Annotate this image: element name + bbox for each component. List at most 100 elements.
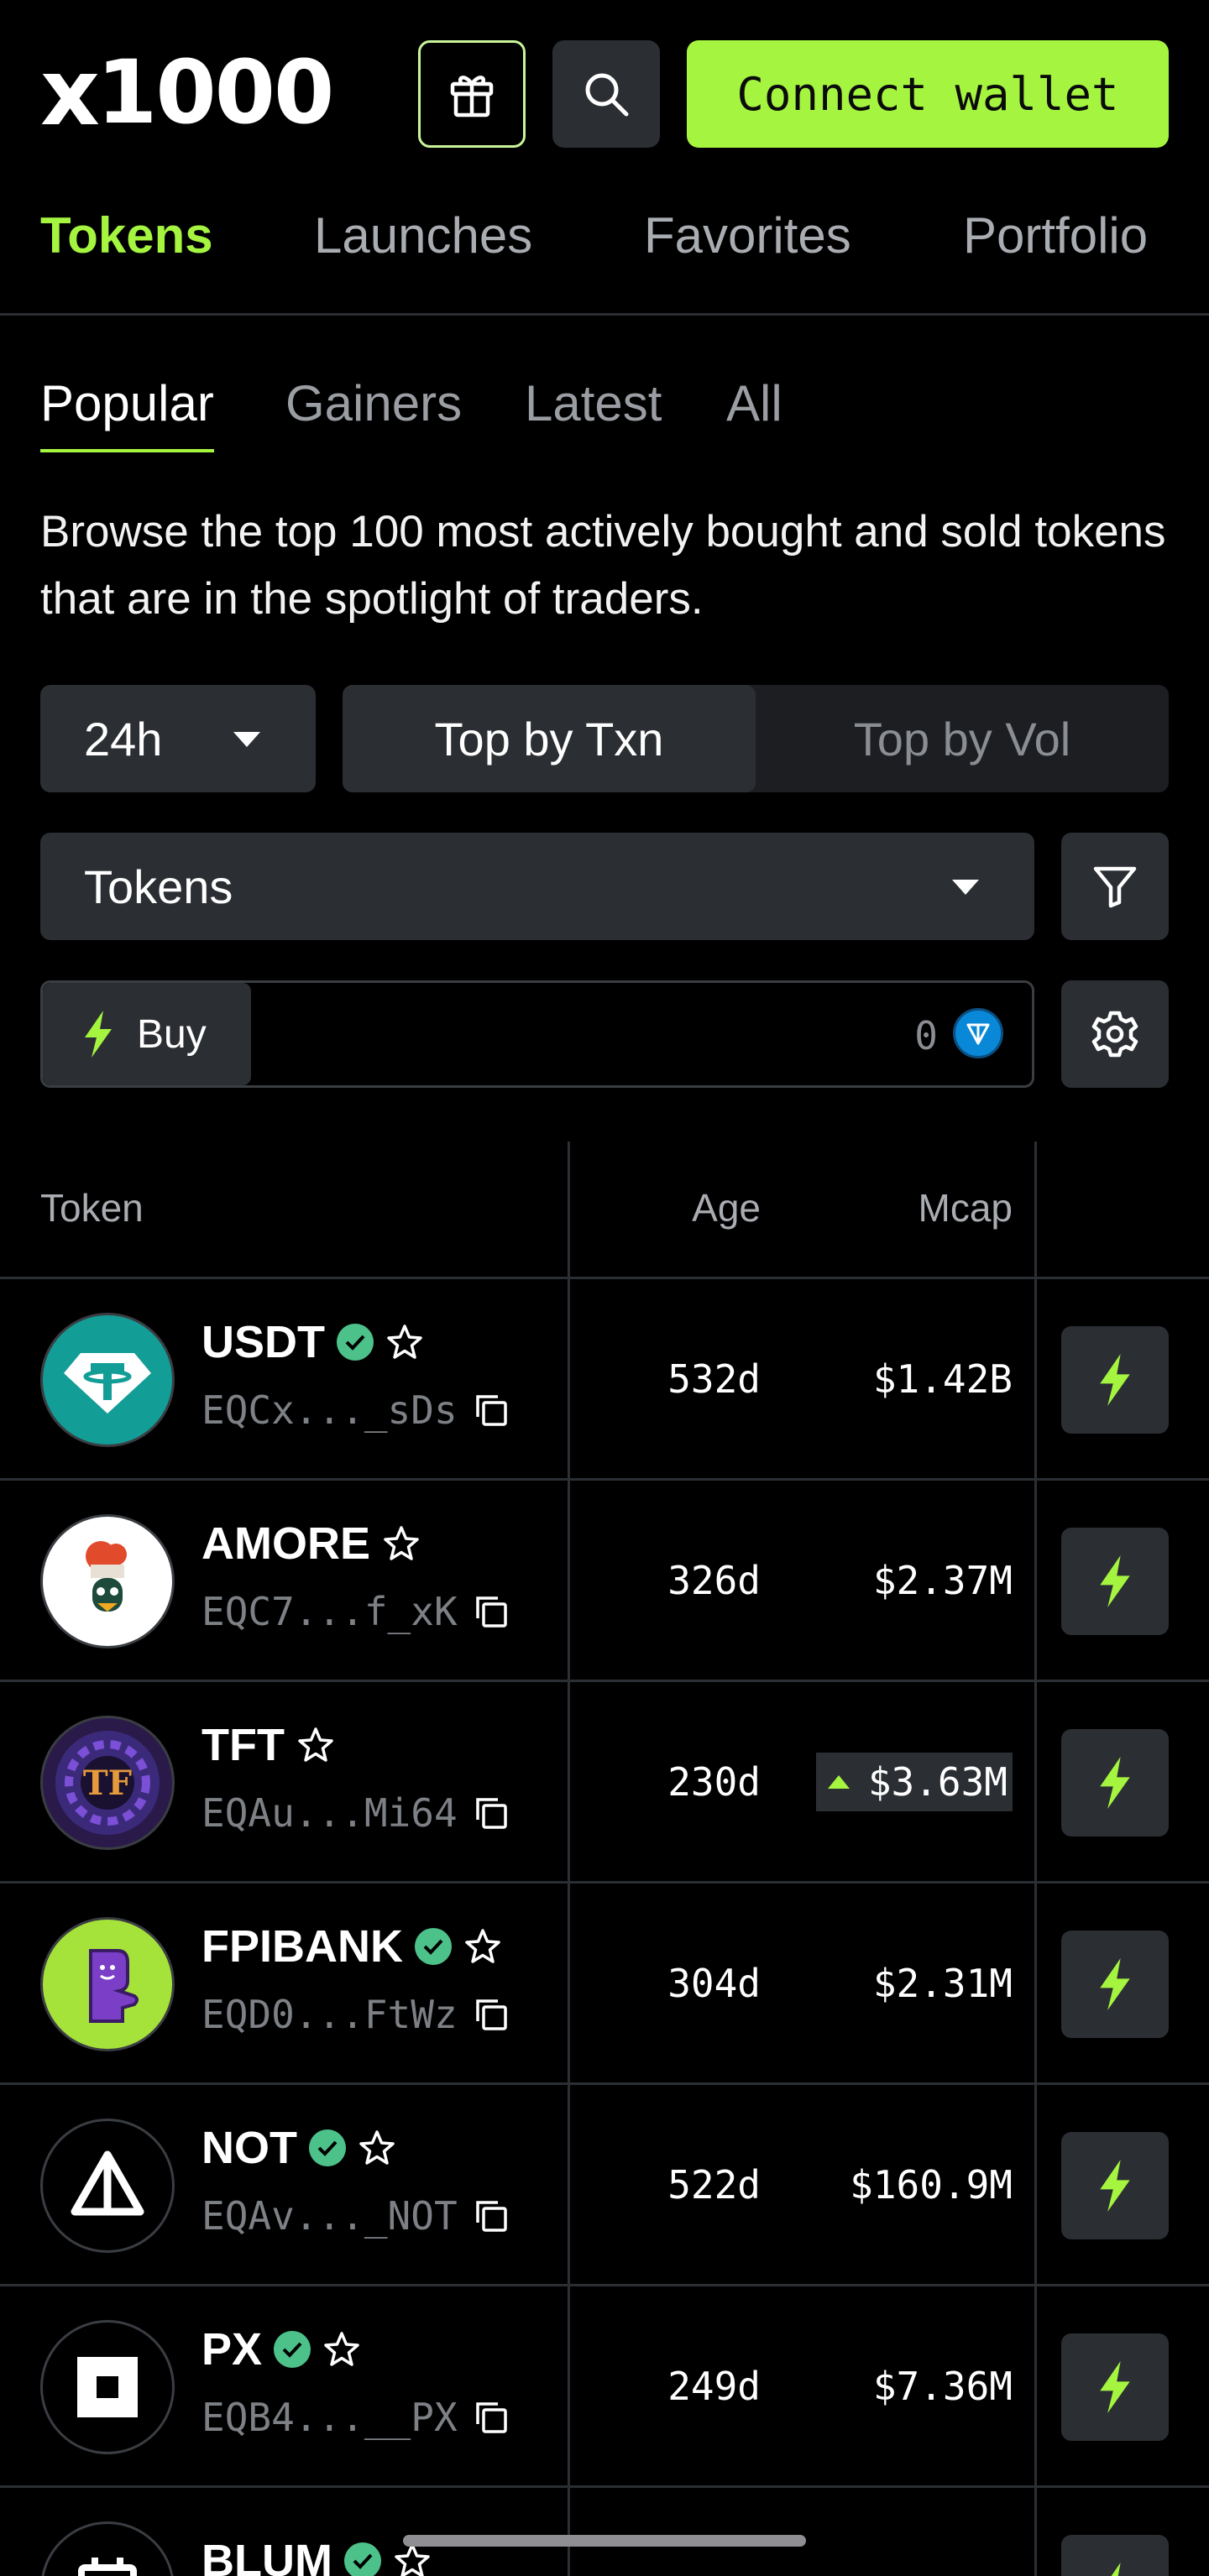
lightning-icon [1100, 2160, 1130, 2212]
quick-buy-row-button[interactable] [1061, 2333, 1169, 2441]
gift-button[interactable] [418, 40, 526, 148]
gear-icon [1091, 1011, 1138, 1058]
table-row[interactable]: NOT EQAv..._NOT 522d $160.9M [0, 2082, 1209, 2284]
token-name: NOT [202, 2123, 297, 2173]
star-icon[interactable] [322, 2330, 361, 2369]
search-button[interactable] [552, 40, 660, 148]
star-icon[interactable] [382, 1524, 421, 1563]
token-name: TFT [202, 1720, 285, 1770]
timeframe-value: 24h [84, 712, 163, 765]
header-token: Token [40, 1186, 144, 1230]
settings-button[interactable] [1061, 980, 1169, 1088]
tab-launches[interactable]: Launches [314, 206, 532, 264]
quick-buy-row-button[interactable] [1061, 2535, 1169, 2576]
mcap-value: $7.36M [872, 2364, 1013, 2409]
table-row[interactable]: FPIBANK EQD0...FtWz 304d $2.31M [0, 1881, 1209, 2082]
token-mcap: $7.36M [868, 2357, 1013, 2416]
subtab-popular[interactable]: Popular [40, 374, 214, 452]
chevron-down-icon [952, 880, 979, 895]
main-tabs: Tokens Launches Favorites Portfolio [0, 190, 1209, 316]
lightning-icon [1100, 1958, 1130, 2010]
star-icon[interactable] [296, 1726, 335, 1764]
token-address: EQB4...__PX [202, 2395, 458, 2440]
x1000-logo[interactable]: x 1000 [40, 44, 334, 141]
verified-icon [415, 1928, 452, 1965]
subtab-gainers[interactable]: Gainers [285, 374, 462, 449]
lightning-icon [1100, 1757, 1130, 1809]
filter-button[interactable] [1061, 833, 1169, 940]
amore-token-icon [40, 1514, 175, 1649]
token-address: EQC7...f_xK [202, 1589, 458, 1634]
table-row[interactable]: BLUM [0, 2485, 1209, 2576]
subtab-all[interactable]: All [726, 374, 782, 449]
tab-tokens[interactable]: Tokens [40, 206, 213, 264]
table-row[interactable]: TF TFT EQAu...Mi64 230d $3.63M [0, 1680, 1209, 1881]
px-token-icon [40, 2320, 175, 2454]
buy-amount-input[interactable]: 0 [914, 1013, 938, 1058]
lightning-icon [1100, 2361, 1130, 2413]
token-name: BLUM [202, 2536, 332, 2576]
token-mcap: $2.31M [868, 1954, 1013, 2013]
token-age: 249d [667, 2364, 761, 2409]
usdt-token-icon [40, 1313, 175, 1447]
top-by-vol-button[interactable]: Top by Vol [756, 685, 1169, 792]
mcap-value: $160.9M [850, 2162, 1013, 2208]
connect-wallet-button[interactable]: Connect wallet [687, 40, 1169, 148]
star-icon[interactable] [385, 1323, 424, 1361]
chevron-down-icon [233, 732, 260, 747]
token-mcap: $1.42B [868, 1350, 1013, 1408]
copy-icon[interactable] [473, 1795, 510, 1831]
token-name: USDT [202, 1317, 325, 1367]
mcap-value: $1.42B [872, 1356, 1013, 1402]
copy-icon[interactable] [473, 1996, 510, 2033]
quick-buy-row-button[interactable] [1061, 1931, 1169, 2038]
header-age: Age [692, 1186, 761, 1230]
token-mcap: $2.37M [868, 1551, 1013, 1610]
top-by-txn-button[interactable]: Top by Txn [343, 685, 756, 792]
quick-buy-box: Buy 0 [40, 980, 1034, 1088]
token-address: EQCx..._sDs [202, 1387, 458, 1433]
quick-buy-row-button[interactable] [1061, 1326, 1169, 1434]
buy-label: Buy [137, 1011, 207, 1057]
tokens-table: Token Age Mcap USDT EQCx..._sDs 532d $1.… [0, 1142, 1209, 2576]
gift-icon [450, 76, 494, 118]
quick-buy-row-button[interactable] [1061, 1729, 1169, 1837]
header-mcap: Mcap [918, 1186, 1013, 1230]
quick-buy-row-button[interactable] [1061, 1528, 1169, 1635]
token-name: AMORE [202, 1518, 370, 1569]
verified-icon [274, 2331, 311, 2368]
home-indicator[interactable] [403, 2535, 806, 2547]
copy-icon[interactable] [473, 2197, 510, 2234]
tft-token-icon: TF [40, 1716, 175, 1850]
timeframe-select[interactable]: 24h [40, 685, 316, 792]
quick-buy-row-button[interactable] [1061, 2132, 1169, 2239]
app-header: x 1000 Connect wallet [0, 0, 1209, 190]
table-row[interactable]: AMORE EQC7...f_xK 326d $2.37M [0, 1478, 1209, 1680]
section-description: Browse the top 100 most actively bought … [40, 507, 1166, 624]
verified-icon [343, 2542, 381, 2576]
ton-coin-icon [953, 1008, 1003, 1058]
copy-icon[interactable] [473, 1593, 510, 1630]
token-type-select[interactable]: Tokens [40, 833, 1034, 940]
mcap-value: $3.63M [867, 1759, 1008, 1805]
price-up-icon [827, 1775, 850, 1789]
copy-icon[interactable] [473, 2399, 510, 2436]
token-name: FPIBANK [202, 1921, 403, 1972]
star-icon[interactable] [393, 2542, 432, 2576]
blum-token-icon [40, 2521, 175, 2576]
star-icon[interactable] [463, 1927, 502, 1966]
subtab-latest[interactable]: Latest [525, 374, 662, 449]
token-type-value: Tokens [84, 860, 233, 913]
lightning-icon [1111, 2563, 1121, 2576]
tab-favorites[interactable]: Favorites [644, 206, 851, 264]
verified-icon [337, 1324, 374, 1361]
quick-buy-button[interactable]: Buy [43, 983, 251, 1085]
svg-text:TF: TF [83, 1763, 132, 1803]
table-row[interactable]: USDT EQCx..._sDs 532d $1.42B [0, 1277, 1209, 1478]
lightning-icon [1100, 1555, 1130, 1607]
star-icon[interactable] [358, 2129, 396, 2167]
tab-portfolio[interactable]: Portfolio [963, 206, 1148, 264]
copy-icon[interactable] [473, 1392, 510, 1429]
token-address: EQD0...FtWz [202, 1992, 458, 2037]
table-row[interactable]: PX EQB4...__PX 249d $7.36M [0, 2284, 1209, 2485]
